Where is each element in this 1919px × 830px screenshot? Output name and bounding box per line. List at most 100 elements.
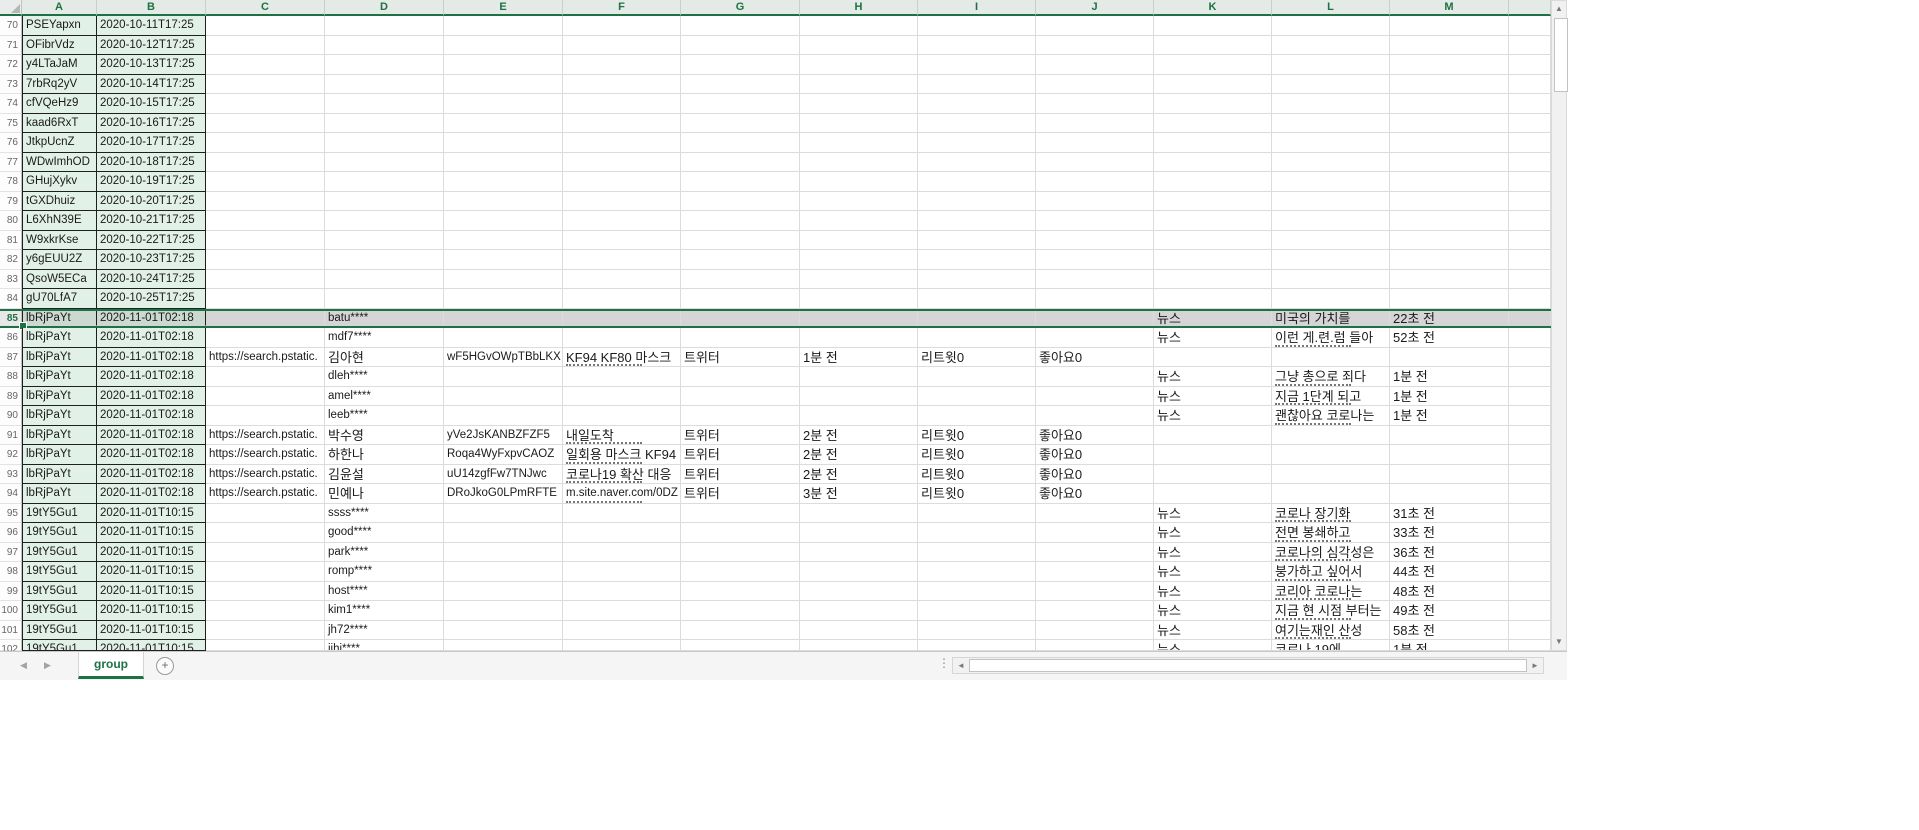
cell-J101[interactable] [1036, 621, 1154, 641]
cell-E91[interactable]: yVe2JsKANBZFZF5 [444, 426, 563, 446]
cell-L88[interactable]: 그냥 총으로 죄다 [1272, 367, 1390, 387]
cell-B96[interactable]: 2020-11-01T10:15 [97, 523, 206, 543]
cell-K77[interactable] [1154, 153, 1272, 173]
cell-A99[interactable]: 19tY5Gu1 [22, 582, 97, 602]
column-header-partial[interactable] [1509, 0, 1551, 16]
cell-K76[interactable] [1154, 133, 1272, 153]
cell-H81[interactable] [800, 231, 918, 251]
cell-G79[interactable] [681, 192, 800, 212]
cell-I82[interactable] [918, 250, 1036, 270]
cell-D78[interactable] [325, 172, 444, 192]
cell-B93[interactable]: 2020-11-01T02:18 [97, 465, 206, 485]
cell-F87[interactable]: KF94 KF80 마스크 [563, 348, 681, 368]
cell-M97[interactable]: 36초 전 [1390, 543, 1509, 563]
cell-partial-98[interactable] [1509, 562, 1551, 582]
cell-H76[interactable] [800, 133, 918, 153]
cell-K80[interactable] [1154, 211, 1272, 231]
cell-J87[interactable]: 좋아요0 [1036, 348, 1154, 368]
cell-partial-76[interactable] [1509, 133, 1551, 153]
cell-B94[interactable]: 2020-11-01T02:18 [97, 484, 206, 504]
cell-C79[interactable] [206, 192, 325, 212]
cell-partial-78[interactable] [1509, 172, 1551, 192]
cell-G89[interactable] [681, 387, 800, 407]
next-sheet-icon[interactable]: ▶ [44, 660, 51, 671]
cell-E83[interactable] [444, 270, 563, 290]
cell-B86[interactable]: 2020-11-01T02:18 [97, 328, 206, 348]
cell-F89[interactable] [563, 387, 681, 407]
cell-L102[interactable]: 코로나 19에 [1272, 640, 1390, 651]
cell-E74[interactable] [444, 94, 563, 114]
cell-M74[interactable] [1390, 94, 1509, 114]
cell-D72[interactable] [325, 55, 444, 75]
cell-I91[interactable]: 리트윗0 [918, 426, 1036, 446]
cell-K102[interactable]: 뉴스 [1154, 640, 1272, 651]
cell-H70[interactable] [800, 16, 918, 36]
scroll-up-icon[interactable]: ▲ [1552, 1, 1566, 17]
add-sheet-button[interactable]: + [156, 657, 174, 675]
cell-E98[interactable] [444, 562, 563, 582]
cell-A96[interactable]: 19tY5Gu1 [22, 523, 97, 543]
cell-F100[interactable] [563, 601, 681, 621]
cell-A71[interactable]: OFibrVdz [22, 36, 97, 56]
row-header-81[interactable]: 81 [0, 231, 22, 251]
cell-G71[interactable] [681, 36, 800, 56]
row-header-97[interactable]: 97 [0, 543, 22, 563]
cell-I98[interactable] [918, 562, 1036, 582]
cell-D81[interactable] [325, 231, 444, 251]
cell-partial-88[interactable] [1509, 367, 1551, 387]
cell-partial-90[interactable] [1509, 406, 1551, 426]
cell-C94[interactable]: https://search.pstatic. [206, 484, 325, 504]
cell-D102[interactable]: jjhj**** [325, 640, 444, 651]
cell-M84[interactable] [1390, 289, 1509, 309]
cell-F102[interactable] [563, 640, 681, 651]
cell-M76[interactable] [1390, 133, 1509, 153]
cell-J91[interactable]: 좋아요0 [1036, 426, 1154, 446]
cell-C98[interactable] [206, 562, 325, 582]
cell-G88[interactable] [681, 367, 800, 387]
cell-G95[interactable] [681, 504, 800, 524]
cell-M85[interactable]: 22초 전 [1390, 311, 1509, 327]
cell-F71[interactable] [563, 36, 681, 56]
cell-L90[interactable]: 괜찮아요 코로나는 [1272, 406, 1390, 426]
cell-I93[interactable]: 리트윗0 [918, 465, 1036, 485]
cell-I75[interactable] [918, 114, 1036, 134]
cell-F93[interactable]: 코로나19 확산 대응 [563, 465, 681, 485]
cell-L100[interactable]: 지금 현 시점 부터는 [1272, 601, 1390, 621]
cell-partial-84[interactable] [1509, 289, 1551, 309]
cell-A84[interactable]: gU70LfA7 [22, 289, 97, 309]
cell-H95[interactable] [800, 504, 918, 524]
cell-B70[interactable]: 2020-10-11T17:25 [97, 16, 206, 36]
cell-E72[interactable] [444, 55, 563, 75]
cell-L93[interactable] [1272, 465, 1390, 485]
cell-K91[interactable] [1154, 426, 1272, 446]
cell-M78[interactable] [1390, 172, 1509, 192]
cell-M72[interactable] [1390, 55, 1509, 75]
cell-F88[interactable] [563, 367, 681, 387]
cell-J97[interactable] [1036, 543, 1154, 563]
cell-J73[interactable] [1036, 75, 1154, 95]
cell-J71[interactable] [1036, 36, 1154, 56]
select-all-corner[interactable] [0, 0, 22, 16]
cell-H77[interactable] [800, 153, 918, 173]
cell-partial-86[interactable] [1509, 328, 1551, 348]
row-header-71[interactable]: 71 [0, 36, 22, 56]
cell-H86[interactable] [800, 328, 918, 348]
cell-A89[interactable]: lbRjPaYt [22, 387, 97, 407]
cell-M89[interactable]: 1분 전 [1390, 387, 1509, 407]
row-header-89[interactable]: 89 [0, 387, 22, 407]
cell-H91[interactable]: 2분 전 [800, 426, 918, 446]
cell-G91[interactable]: 트위터 [681, 426, 800, 446]
cell-M86[interactable]: 52초 전 [1390, 328, 1509, 348]
cell-J102[interactable] [1036, 640, 1154, 651]
cell-M70[interactable] [1390, 16, 1509, 36]
cell-J76[interactable] [1036, 133, 1154, 153]
cell-M96[interactable]: 33초 전 [1390, 523, 1509, 543]
scroll-down-icon[interactable]: ▼ [1552, 634, 1566, 650]
cell-A72[interactable]: y4LTaJaM [22, 55, 97, 75]
cell-A87[interactable]: lbRjPaYt [22, 348, 97, 368]
cell-A70[interactable]: PSEYapxn [22, 16, 97, 36]
cell-H94[interactable]: 3분 전 [800, 484, 918, 504]
cell-A78[interactable]: GHujXykv [22, 172, 97, 192]
column-header-D[interactable]: D [325, 0, 444, 16]
cell-D80[interactable] [325, 211, 444, 231]
